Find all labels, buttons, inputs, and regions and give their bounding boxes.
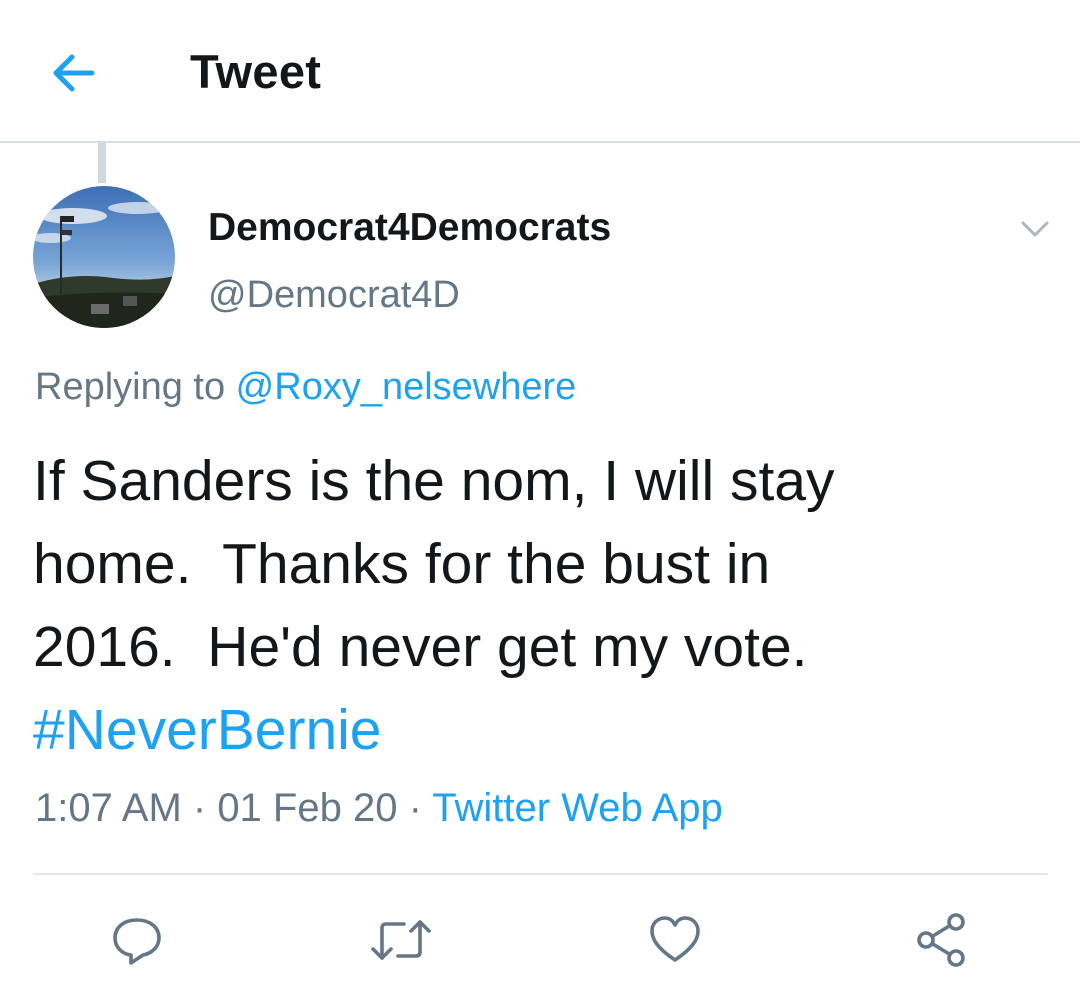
back-button[interactable] bbox=[44, 46, 102, 100]
thread-connector-line bbox=[98, 143, 106, 183]
tweet-page: Tweet Democrat4Democrats @Democrat4D Rep… bbox=[0, 0, 1080, 1002]
user-handle[interactable]: @Democrat4D bbox=[208, 274, 460, 317]
reply-button[interactable] bbox=[102, 905, 172, 975]
tweet-text-line: home. Thanks for the bust in bbox=[33, 532, 771, 596]
meta-separator: · bbox=[181, 786, 218, 830]
more-options-button[interactable] bbox=[1018, 214, 1052, 244]
tweet-text-line: 2016. He'd never get my vote. bbox=[33, 615, 808, 679]
meta-separator: · bbox=[397, 786, 433, 830]
replying-to-line: Replying to @Roxy_nelsewhere bbox=[35, 366, 576, 409]
page-title: Tweet bbox=[190, 45, 322, 98]
tweet-metadata: 1:07 AM · 01 Feb 20 · Twitter Web App bbox=[35, 786, 723, 831]
tweet-time: 1:07 AM bbox=[35, 786, 182, 830]
tweet-text-line: If Sanders is the nom, I will stay bbox=[33, 449, 835, 513]
chevron-down-icon bbox=[1021, 221, 1049, 237]
share-button[interactable] bbox=[906, 905, 976, 975]
retweet-button[interactable] bbox=[366, 905, 436, 975]
like-button[interactable] bbox=[640, 905, 710, 975]
heart-icon bbox=[650, 916, 700, 962]
tweet-date: 01 Feb 20 bbox=[217, 786, 398, 830]
avatar[interactable] bbox=[33, 186, 175, 328]
share-icon bbox=[917, 913, 965, 967]
arrow-left-icon bbox=[53, 54, 95, 92]
replying-prefix: Replying to bbox=[35, 366, 236, 408]
avatar-image bbox=[33, 186, 175, 328]
tweet-body: If Sanders is the nom, I will stay home. … bbox=[33, 440, 1043, 772]
divider bbox=[33, 873, 1048, 875]
tweet-source-link[interactable]: Twitter Web App bbox=[432, 786, 723, 830]
hashtag-link[interactable]: #NeverBernie bbox=[33, 689, 1043, 772]
retweet-icon bbox=[371, 920, 431, 960]
top-bar: Tweet bbox=[0, 0, 1080, 143]
reply-mention-link[interactable]: @Roxy_nelsewhere bbox=[236, 366, 577, 408]
reply-icon bbox=[113, 918, 161, 965]
display-name[interactable]: Democrat4Democrats bbox=[208, 206, 611, 250]
